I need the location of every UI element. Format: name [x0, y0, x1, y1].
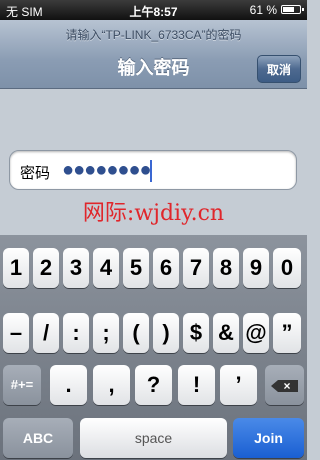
key-symbols-toggle[interactable]: #+=	[3, 365, 41, 405]
key-colon[interactable]: :	[63, 313, 89, 353]
keyboard: 1 2 3 4 5 6 7 8 9 0 – / : ; ( ) $ & @ ” …	[0, 235, 307, 460]
key-slash[interactable]: /	[33, 313, 59, 353]
nav-bar: 请输入“TP-LINK_6733CA”的密码 输入密码 取消	[0, 20, 307, 89]
key-8[interactable]: 8	[213, 248, 239, 288]
key-6[interactable]: 6	[153, 248, 179, 288]
key-question[interactable]: ?	[135, 365, 172, 405]
backspace-key[interactable]: ×	[265, 365, 304, 405]
key-exclamation[interactable]: !	[178, 365, 215, 405]
key-comma[interactable]: ,	[93, 365, 130, 405]
password-value: ●●●●●●●●	[62, 159, 152, 181]
key-semicolon[interactable]: ;	[93, 313, 119, 353]
key-open-paren[interactable]: (	[123, 313, 149, 353]
cancel-button[interactable]: 取消	[257, 55, 301, 83]
key-period[interactable]: .	[50, 365, 87, 405]
space-key[interactable]: space	[80, 418, 227, 458]
key-5[interactable]: 5	[123, 248, 149, 288]
key-apostrophe[interactable]: ’	[220, 365, 257, 405]
key-abc[interactable]: ABC	[3, 418, 73, 458]
backspace-icon: ×	[270, 379, 298, 393]
key-7[interactable]: 7	[183, 248, 209, 288]
key-dash[interactable]: –	[3, 313, 29, 353]
key-close-paren[interactable]: )	[153, 313, 179, 353]
key-1[interactable]: 1	[3, 248, 29, 288]
key-ampersand[interactable]: &	[213, 313, 239, 353]
text-caret	[150, 160, 152, 182]
network-prompt: 请输入“TP-LINK_6733CA”的密码	[65, 28, 242, 42]
battery-percent: 61 %	[249, 3, 277, 17]
join-button[interactable]: Join	[233, 418, 304, 458]
key-quote[interactable]: ”	[273, 313, 301, 353]
key-at[interactable]: @	[243, 313, 269, 353]
key-3[interactable]: 3	[63, 248, 89, 288]
key-9[interactable]: 9	[243, 248, 269, 288]
battery-icon	[281, 5, 304, 14]
password-label: 密码	[20, 165, 51, 182]
password-field[interactable]: 密码 ●●●●●●●●	[9, 150, 297, 190]
key-dollar[interactable]: $	[183, 313, 209, 353]
key-0[interactable]: 0	[273, 248, 301, 288]
key-2[interactable]: 2	[33, 248, 59, 288]
key-4[interactable]: 4	[93, 248, 119, 288]
watermark: 网际:wjdiy.cn	[82, 201, 225, 226]
status-bar: 无 SIM 上午8:57 61 %	[0, 0, 307, 20]
